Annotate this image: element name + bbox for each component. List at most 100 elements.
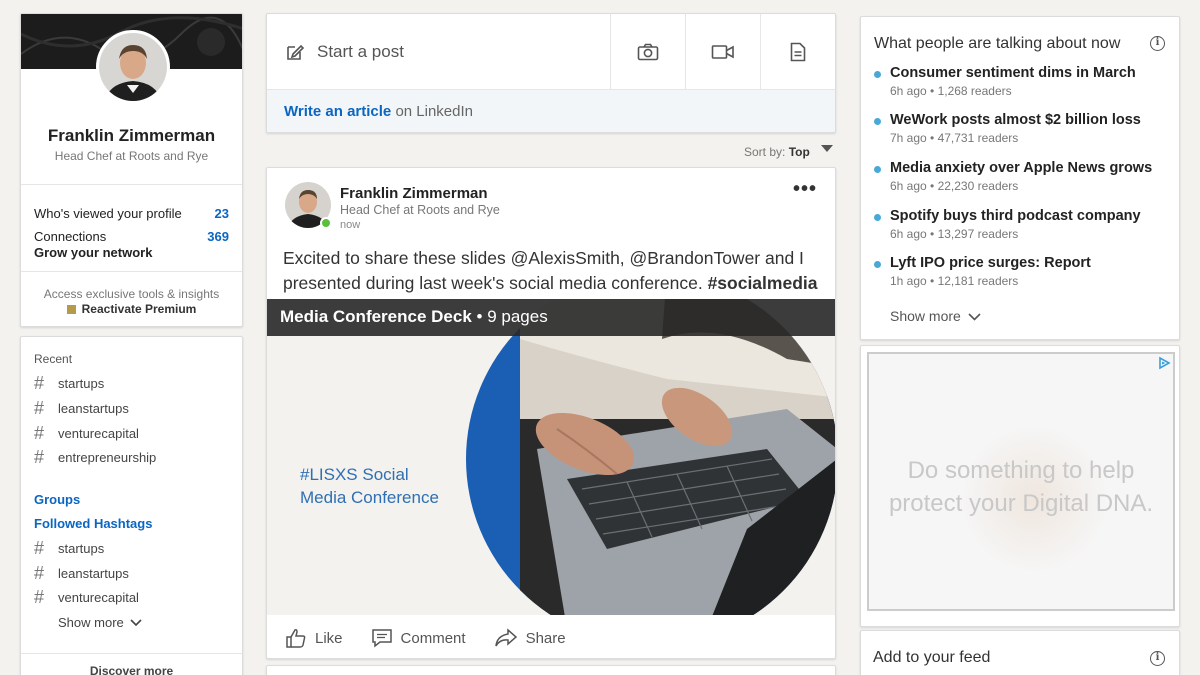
hashtag-icon: # [34, 447, 45, 467]
followed-tag-label: leanstartups [58, 566, 129, 581]
recent-tag-item[interactable]: # leanstartups [34, 398, 129, 419]
next-feed-post [266, 665, 836, 675]
show-more-label: Show more [890, 308, 961, 324]
news-title: Consumer sentiment dims in March [890, 65, 1136, 81]
connections-count: 369 [207, 229, 229, 244]
profile-name[interactable]: Franklin Zimmerman [21, 126, 242, 146]
caret-down-icon[interactable] [821, 145, 833, 152]
followed-tag-item[interactable]: # startups [34, 538, 104, 559]
reactivate-premium-link[interactable]: Reactivate Premium [21, 302, 242, 316]
show-more-news-button[interactable]: Show more [890, 308, 981, 324]
news-heading: What people are talking about now [874, 35, 1121, 52]
sort-by-dropdown[interactable]: Sort by: Top [744, 145, 810, 159]
sort-by-value: Top [788, 145, 810, 159]
video-button[interactable] [685, 14, 760, 89]
recent-tag-label: venturecapital [58, 426, 139, 441]
document-slide-caption: #LISXS Social Media Conference [300, 463, 439, 509]
ad-choices-icon[interactable] [1157, 356, 1171, 370]
news-meta: 1h ago • 12,181 readers [890, 274, 1019, 288]
recent-tag-item[interactable]: # entrepreneurship [34, 447, 156, 468]
bullet-icon [874, 118, 881, 125]
ad-headline: Do something to help protect your Digita… [869, 454, 1173, 520]
photo-button[interactable] [610, 14, 685, 89]
bullet-icon [874, 166, 881, 173]
who-viewed-count: 23 [214, 206, 229, 221]
post-author-headline: Head Chef at Roots and Rye [340, 203, 500, 217]
followed-tag-label: venturecapital [58, 590, 139, 605]
post-author-name[interactable]: Franklin Zimmerman [340, 185, 488, 202]
share-label: Share [525, 629, 566, 647]
who-viewed-row[interactable]: Who's viewed your profile 23 [34, 206, 229, 221]
discover-more-button[interactable]: Discover more [21, 664, 242, 675]
groups-link[interactable]: Groups [34, 492, 80, 507]
recent-tag-item[interactable]: # startups [34, 373, 104, 394]
premium-icon [66, 305, 76, 314]
avatar[interactable] [96, 30, 170, 104]
show-more-label: Show more [58, 615, 124, 630]
info-icon[interactable]: i [1150, 36, 1165, 51]
hashtag-icon: # [34, 423, 45, 443]
profile-headline: Head Chef at Roots and Rye [54, 149, 209, 163]
profile-card: Franklin Zimmerman Head Chef at Roots an… [20, 13, 243, 327]
document-title: Media Conference Deck [280, 307, 472, 326]
post-action-bar: Like Comment Share [267, 616, 835, 658]
pencil-icon [287, 44, 305, 60]
news-meta: 6h ago • 1,268 readers [890, 84, 1012, 98]
write-article-bar: Write an article on LinkedIn [267, 89, 835, 132]
thumbs-up-icon [286, 629, 306, 648]
followed-tag-label: startups [58, 541, 105, 556]
news-module: What people are talking about now i Cons… [860, 16, 1180, 340]
recent-tag-item[interactable]: # venturecapital [34, 423, 139, 444]
share-button[interactable]: Share [494, 628, 566, 648]
show-more-hashtags-button[interactable]: Show more [58, 615, 142, 630]
like-button[interactable]: Like [285, 627, 343, 649]
add-to-feed-heading: Add to your feed [873, 649, 991, 666]
document-preview[interactable]: Media Conference Deck • 9 pages #LISXS S… [267, 299, 835, 615]
start-post-button[interactable]: Start a post [267, 14, 610, 89]
recent-tag-label: startups [58, 376, 105, 391]
news-meta: 6h ago • 22,230 readers [890, 179, 1019, 193]
document-slide-image [267, 299, 835, 615]
who-viewed-label: Who's viewed your profile [34, 206, 182, 221]
followed-tag-item[interactable]: # leanstartups [34, 563, 129, 584]
comment-label: Comment [400, 629, 466, 647]
post-timestamp: now [340, 219, 361, 231]
post-hashtag-link[interactable]: #socialmedia [708, 273, 818, 293]
hashtag-icon: # [34, 398, 45, 418]
chevron-down-icon [968, 313, 981, 321]
comment-icon [371, 629, 392, 648]
feed-post: Franklin Zimmerman Head Chef at Roots an… [266, 167, 836, 659]
add-to-feed-card: Add to your feed i [860, 630, 1180, 675]
divider [21, 653, 242, 654]
camera-icon [637, 43, 659, 60]
news-title: Media anxiety over Apple News grows [890, 160, 1153, 176]
hashtag-icon: # [34, 587, 45, 607]
bullet-icon [874, 261, 881, 268]
news-title: Lyft IPO price surges: Report [890, 255, 1091, 271]
bullet-icon [874, 214, 881, 221]
news-meta: 7h ago • 47,731 readers [890, 131, 1019, 145]
more-options-icon[interactable]: ••• [793, 178, 817, 201]
write-article-link[interactable]: Write an article [284, 103, 391, 120]
connections-row[interactable]: Connections 369 [34, 229, 229, 244]
write-article-suffix: on LinkedIn [395, 103, 474, 120]
ad-line: protect your Digital DNA. [888, 490, 1154, 517]
followed-hashtags-link[interactable]: Followed Hashtags [34, 516, 152, 531]
followed-tag-item[interactable]: # venturecapital [34, 587, 139, 608]
ad-line: Do something to help [907, 457, 1135, 484]
divider [21, 184, 242, 185]
grow-network-link[interactable]: Grow your network [34, 245, 152, 260]
comment-button[interactable]: Comment [371, 628, 466, 648]
document-title-bar: Media Conference Deck • 9 pages [267, 299, 835, 336]
post-body: Excited to share these slides @AlexisSmi… [283, 246, 823, 296]
community-card: Recent # startups # leanstartups # venturec… [20, 336, 243, 675]
info-icon[interactable]: i [1150, 651, 1165, 666]
slide-caption-line: Media Conference [300, 488, 439, 507]
document-button[interactable] [760, 14, 835, 89]
hashtag-icon: # [34, 563, 45, 583]
slide-caption-line: #LISXS Social [300, 465, 409, 484]
document-page-count: • 9 pages [476, 307, 548, 326]
premium-promo-text: Access exclusive tools & insights [43, 287, 220, 301]
ad-banner[interactable]: Do something to help protect your Digita… [867, 352, 1175, 611]
news-title: Spotify buys third podcast company [890, 208, 1141, 224]
